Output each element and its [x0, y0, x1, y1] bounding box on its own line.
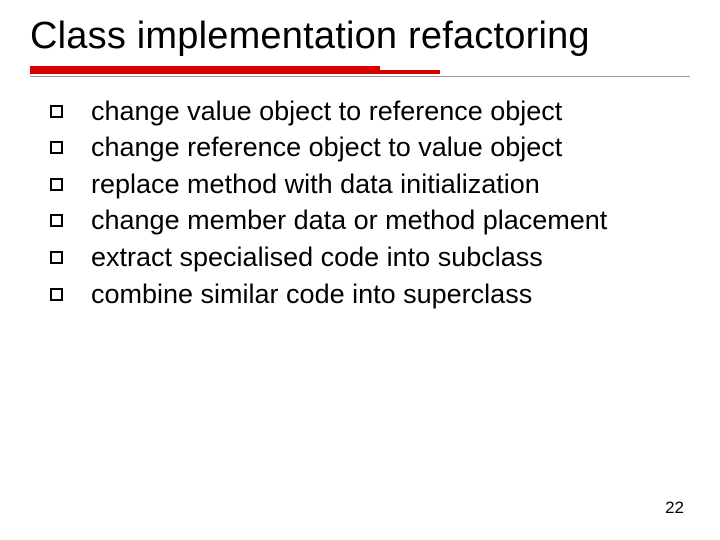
- list-item-text: replace method with data initialization: [91, 167, 690, 202]
- list-item-text: extract specialised code into subclass: [91, 240, 690, 275]
- rule-bar-accent: [380, 70, 440, 74]
- bullet-square-icon: [50, 141, 63, 154]
- bullet-square-icon: [50, 214, 63, 227]
- list-item-text: change member data or method placement: [91, 203, 690, 238]
- list-item: replace method with data initialization: [50, 167, 690, 202]
- bullet-square-icon: [50, 178, 63, 191]
- list-item: change member data or method placement: [50, 203, 690, 238]
- content-area: change value object to reference object …: [30, 94, 690, 311]
- rule-bar-main: [30, 66, 380, 74]
- bullet-square-icon: [50, 288, 63, 301]
- bullet-list: change value object to reference object …: [50, 94, 690, 311]
- title-rule: [30, 66, 690, 74]
- list-item: combine similar code into superclass: [50, 277, 690, 312]
- rule-bar-thin: [30, 76, 690, 77]
- slide: Class implementation refactoring change …: [0, 0, 720, 540]
- list-item-text: change reference object to value object: [91, 130, 690, 165]
- list-item: change value object to reference object: [50, 94, 690, 129]
- page-number: 22: [665, 498, 684, 518]
- list-item: extract specialised code into subclass: [50, 240, 690, 275]
- bullet-square-icon: [50, 105, 63, 118]
- bullet-square-icon: [50, 251, 63, 264]
- list-item-text: combine similar code into superclass: [91, 277, 690, 312]
- list-item: change reference object to value object: [50, 130, 690, 165]
- slide-title: Class implementation refactoring: [30, 16, 690, 58]
- list-item-text: change value object to reference object: [91, 94, 690, 129]
